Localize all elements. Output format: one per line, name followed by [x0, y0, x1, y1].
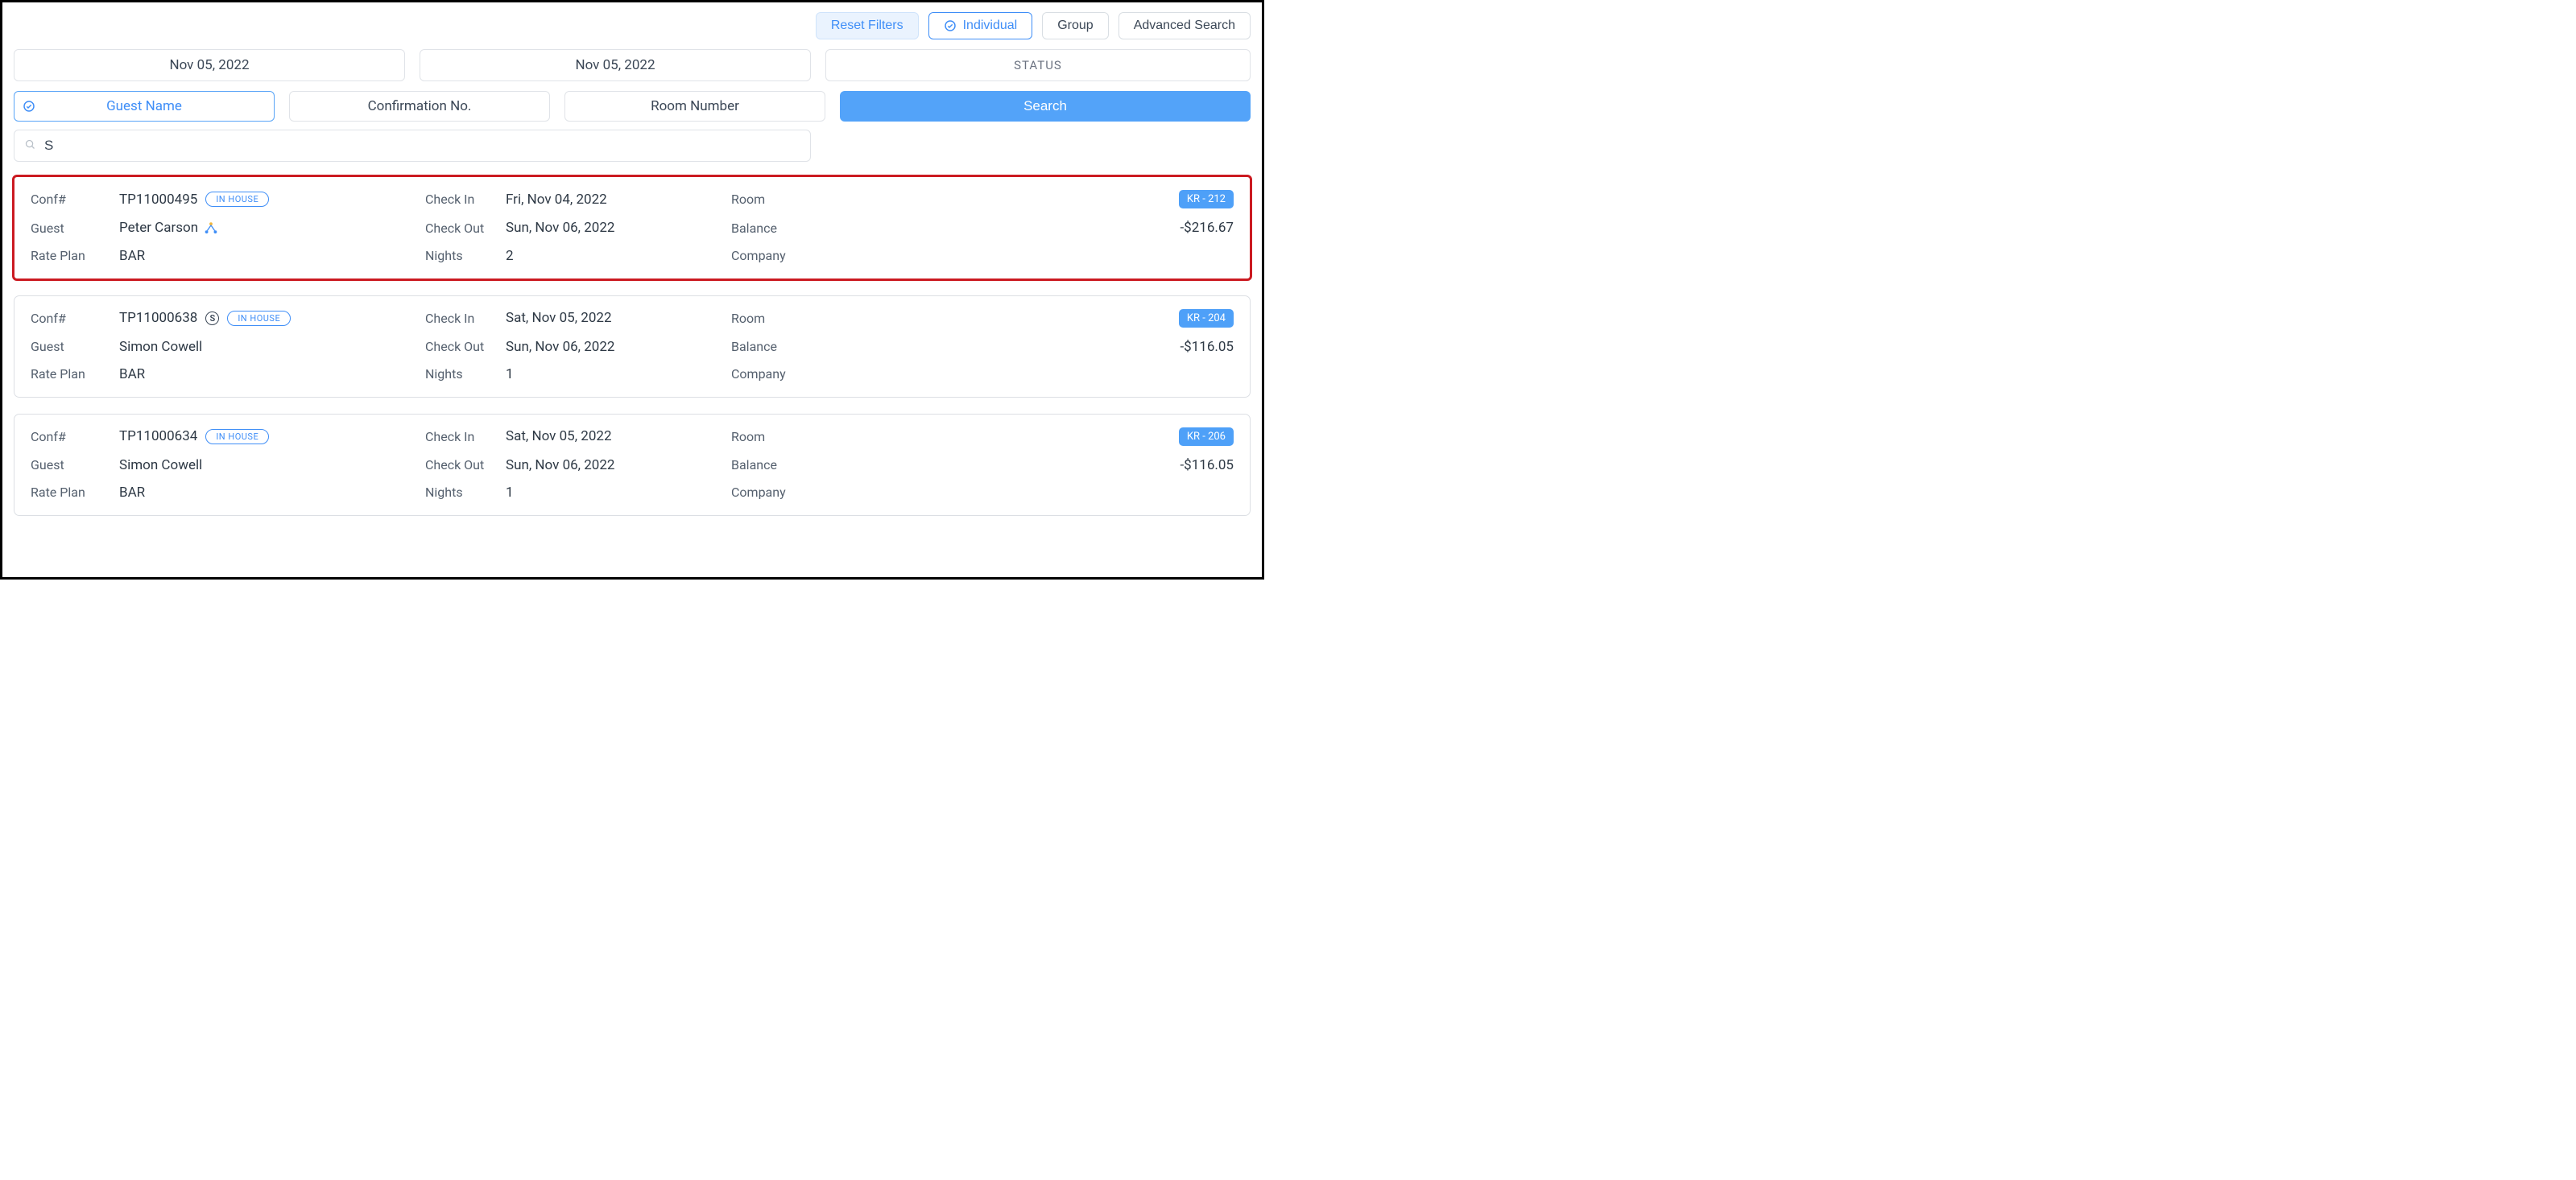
search-by-row: Guest Name Confirmation No. Room Number … [14, 91, 1251, 122]
group-label: Group [1057, 19, 1093, 33]
label-guest: Guest [31, 221, 119, 236]
reset-filters-button[interactable]: Reset Filters [816, 12, 919, 39]
check-out-value: Sun, Nov 06, 2022 [506, 339, 731, 355]
label-rate-plan: Rate Plan [31, 248, 119, 263]
result-card[interactable]: Conf# TP11000638 S IN HOUSE Check In Sat… [14, 295, 1251, 398]
guest-value: Peter Carson [119, 220, 425, 237]
date-from-input[interactable]: Nov 05, 2022 [14, 49, 405, 81]
search-input-wrap [14, 130, 811, 162]
search-input[interactable] [44, 138, 800, 154]
results-list: Conf# TP11000495 IN HOUSE Check In Fri, … [14, 176, 1251, 516]
date-status-row: Nov 05, 2022 Nov 05, 2022 STATUS [14, 49, 1251, 81]
label-company: Company [731, 248, 804, 263]
conf-no-value: TP11000495 [119, 192, 197, 208]
check-out-value: Sun, Nov 06, 2022 [506, 220, 731, 236]
room-cell: KR - 212 [804, 190, 1234, 208]
label-balance: Balance [731, 457, 804, 472]
search-button[interactable]: Search [840, 91, 1251, 122]
label-conf: Conf# [31, 429, 119, 444]
guest-value: Simon Cowell [119, 457, 425, 473]
label-nights: Nights [425, 366, 506, 382]
date-to-input[interactable]: Nov 05, 2022 [420, 49, 811, 81]
tab-room-number-label: Room Number [651, 98, 739, 114]
result-card[interactable]: Conf# TP11000495 IN HOUSE Check In Fri, … [14, 176, 1251, 279]
status-select[interactable]: STATUS [825, 49, 1251, 81]
individual-button[interactable]: Individual [928, 12, 1033, 39]
nights-value: 2 [506, 248, 731, 264]
search-icon [24, 138, 36, 154]
label-check-in: Check In [425, 192, 506, 207]
label-room: Room [731, 192, 804, 207]
tab-confirmation-no[interactable]: Confirmation No. [289, 91, 550, 122]
scroll-area[interactable]: Reset Filters Individual Group Advanced … [2, 2, 1262, 577]
rate-plan-value: BAR [119, 366, 425, 382]
check-in-value: Sat, Nov 05, 2022 [506, 310, 731, 326]
advanced-search-button[interactable]: Advanced Search [1118, 12, 1251, 39]
label-room: Room [731, 311, 804, 326]
tab-room-number[interactable]: Room Number [564, 91, 825, 122]
reset-filters-label: Reset Filters [831, 19, 903, 33]
top-filter-row: Reset Filters Individual Group Advanced … [14, 12, 1251, 39]
search-input-row [14, 130, 1251, 162]
result-card[interactable]: Conf# TP11000634 IN HOUSE Check In Sat, … [14, 414, 1251, 516]
status-label: STATUS [1014, 58, 1062, 72]
share-icon [203, 221, 219, 237]
label-company: Company [731, 366, 804, 382]
date-from-value: Nov 05, 2022 [169, 57, 249, 73]
label-rate-plan: Rate Plan [31, 485, 119, 500]
label-rate-plan: Rate Plan [31, 366, 119, 382]
check-circle-icon [23, 100, 35, 113]
label-nights: Nights [425, 248, 506, 263]
conf-cell: TP11000638 S IN HOUSE [119, 310, 425, 326]
conf-no-value: TP11000634 [119, 428, 197, 444]
label-guest: Guest [31, 339, 119, 354]
group-button[interactable]: Group [1042, 12, 1108, 39]
label-conf: Conf# [31, 192, 119, 207]
tab-guest-name[interactable]: Guest Name [14, 91, 275, 122]
rate-plan-value: BAR [119, 248, 425, 264]
check-out-value: Sun, Nov 06, 2022 [506, 457, 731, 473]
label-company: Company [731, 485, 804, 500]
label-guest: Guest [31, 457, 119, 472]
room-badge[interactable]: KR - 212 [1179, 190, 1234, 208]
app-frame: Reset Filters Individual Group Advanced … [0, 0, 1264, 580]
label-check-out: Check Out [425, 457, 506, 472]
advanced-search-label: Advanced Search [1134, 19, 1235, 33]
conf-cell: TP11000495 IN HOUSE [119, 192, 425, 208]
room-cell: KR - 204 [804, 309, 1234, 328]
label-balance: Balance [731, 221, 804, 236]
label-check-in: Check In [425, 311, 506, 326]
label-check-out: Check Out [425, 339, 506, 354]
label-room: Room [731, 429, 804, 444]
status-pill: IN HOUSE [205, 192, 269, 207]
room-cell: KR - 206 [804, 427, 1234, 446]
check-in-value: Sat, Nov 05, 2022 [506, 428, 731, 444]
room-badge[interactable]: KR - 204 [1179, 309, 1234, 328]
balance-value: -$116.05 [804, 339, 1234, 355]
individual-label: Individual [963, 19, 1018, 33]
label-check-out: Check Out [425, 221, 506, 236]
conf-no-value: TP11000638 [119, 310, 197, 326]
date-to-value: Nov 05, 2022 [575, 57, 655, 73]
guest-value: Simon Cowell [119, 339, 425, 355]
label-conf: Conf# [31, 311, 119, 326]
label-check-in: Check In [425, 429, 506, 444]
search-button-label: Search [1023, 98, 1067, 113]
label-balance: Balance [731, 339, 804, 354]
nights-value: 1 [506, 485, 731, 501]
balance-value: -$216.67 [804, 220, 1234, 236]
room-badge[interactable]: KR - 206 [1179, 427, 1234, 446]
nights-value: 1 [506, 366, 731, 382]
tab-guest-name-label: Guest Name [106, 98, 182, 114]
check-in-value: Fri, Nov 04, 2022 [506, 192, 731, 208]
dollar-icon: S [205, 312, 219, 325]
conf-cell: TP11000634 IN HOUSE [119, 428, 425, 444]
check-circle-icon [944, 19, 957, 32]
status-pill: IN HOUSE [227, 311, 291, 326]
label-nights: Nights [425, 485, 506, 500]
rate-plan-value: BAR [119, 485, 425, 501]
status-pill: IN HOUSE [205, 429, 269, 444]
tab-confirmation-no-label: Confirmation No. [368, 98, 472, 114]
balance-value: -$116.05 [804, 457, 1234, 473]
